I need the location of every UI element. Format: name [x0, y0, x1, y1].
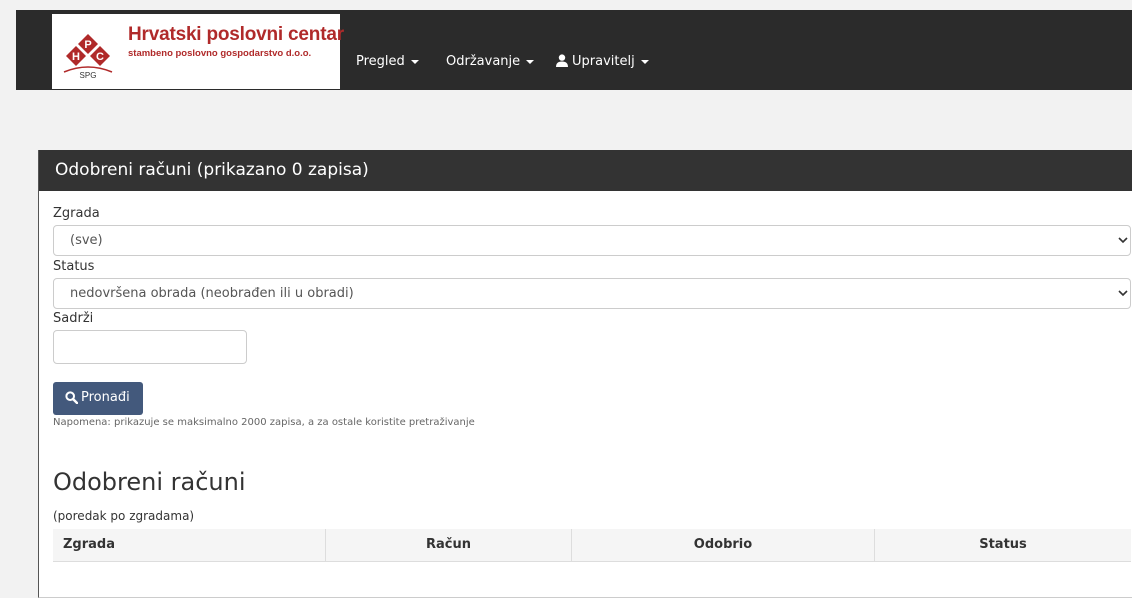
results-table-header: Zgrada Račun Odobrio Status [53, 529, 1131, 562]
logo-letter-p: P [84, 39, 91, 51]
user-icon [556, 54, 568, 67]
chevron-down-icon [1118, 290, 1128, 297]
nav-upravitelj-label: Upravitelj [572, 54, 635, 69]
column-header-label: Odobrio [693, 537, 753, 552]
panel-title: Odobreni računi (prikazano 0 zapisa) [55, 160, 369, 180]
search-button-label: Pronađi [81, 390, 130, 405]
status-select-value: nedovršena obrada (neobrađen ili u obrad… [70, 286, 354, 301]
approved-invoices-panel: Odobreni računi (prikazano 0 zapisa) Zgr… [38, 150, 1132, 598]
logo-letter-h: H [72, 51, 80, 63]
status-label: Status [53, 259, 95, 274]
building-label: Zgrada [53, 206, 100, 221]
contains-label: Sadrži [53, 311, 94, 326]
caret-down-icon [410, 59, 419, 64]
brand-subtitle: stambeno poslovno gospodarstvo d.o.o. [128, 48, 312, 59]
column-header-label: Račun [426, 537, 471, 552]
brand-logo[interactable]: P H C SPG Hrvatski poslovni centar stamb… [52, 14, 344, 89]
nav-pregled-label: Pregled [356, 54, 405, 69]
building-select-value: (sve) [70, 233, 103, 248]
nav-odrzavanje-label: Održavanje [446, 54, 521, 69]
results-title: Odobreni računi [53, 468, 246, 496]
top-navbar: P H C SPG Hrvatski poslovni centar stamb… [16, 10, 1132, 90]
caret-down-icon [640, 59, 649, 64]
nav-pregled[interactable]: Pregled [356, 54, 419, 69]
chevron-down-icon [1118, 237, 1128, 244]
contains-input[interactable] [53, 330, 247, 364]
search-icon [65, 391, 78, 404]
caret-down-icon [526, 59, 535, 64]
column-header-racun[interactable]: Račun [326, 529, 572, 561]
hpc-logo-icon: P H C SPG [63, 34, 113, 80]
order-note: (poredak po zgradama) [53, 509, 195, 523]
logo-sub-text: SPG [80, 71, 97, 80]
column-header-zgrada[interactable]: Zgrada [53, 529, 326, 561]
column-header-label: Zgrada [63, 537, 115, 552]
logo-letter-c: C [96, 51, 104, 63]
search-button[interactable]: Pronađi [53, 382, 143, 415]
panel-heading: Odobreni računi (prikazano 0 zapisa) [39, 150, 1132, 191]
building-select[interactable]: (sve) [53, 225, 1131, 256]
column-header-label: Status [979, 537, 1027, 552]
limit-note: Napomena: prikazuje se maksimalno 2000 z… [53, 417, 475, 428]
column-header-odobrio[interactable]: Odobrio [572, 529, 875, 561]
status-select[interactable]: nedovršena obrada (neobrađen ili u obrad… [53, 278, 1131, 309]
nav-upravitelj[interactable]: Upravitelj [556, 54, 649, 69]
nav-odrzavanje[interactable]: Održavanje [446, 54, 535, 69]
column-header-status[interactable]: Status [875, 529, 1131, 561]
brand-title: Hrvatski poslovni centar [128, 24, 344, 45]
